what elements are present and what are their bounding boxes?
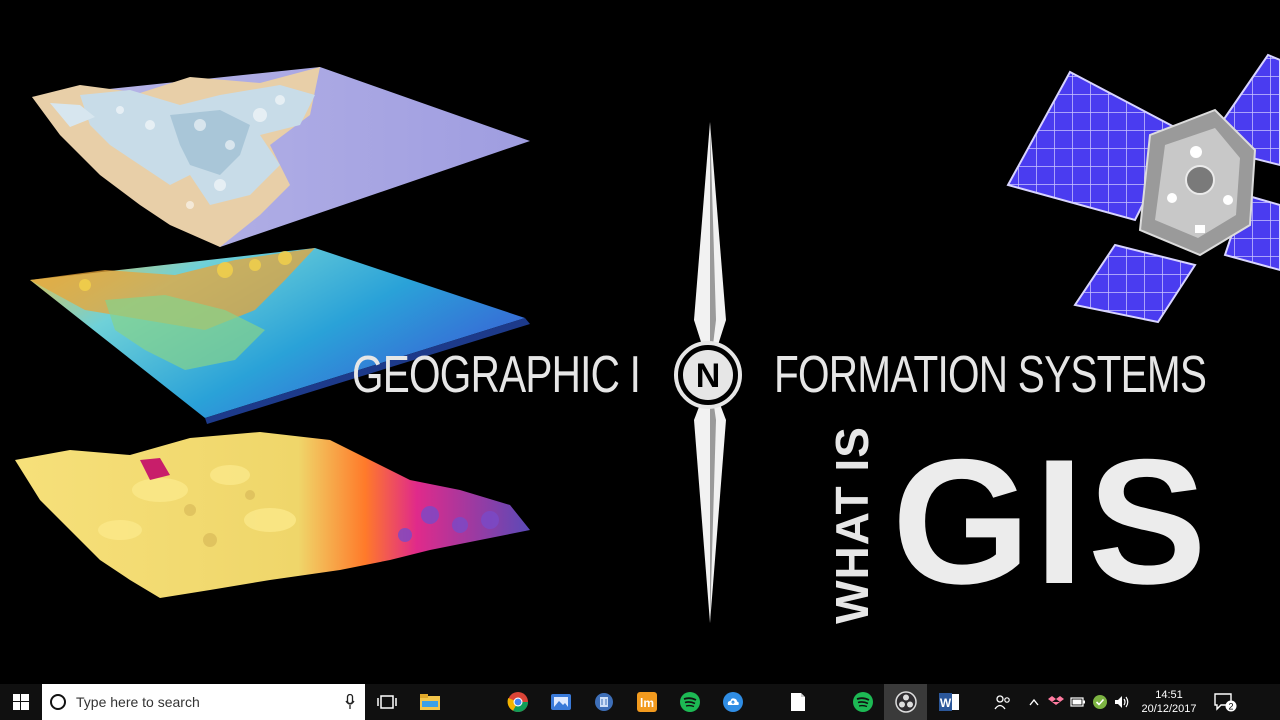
calculator-icon <box>594 693 613 711</box>
headline-left-text: GEOGRAPHIC I <box>352 346 641 404</box>
battery-tray-button[interactable] <box>1067 684 1089 720</box>
terrain-layer-top <box>32 67 530 247</box>
lm-icon-label: lm <box>639 696 653 710</box>
blank-document-icon <box>790 693 805 711</box>
shield-check-icon <box>1093 695 1107 709</box>
microphone-icon[interactable] <box>335 694 365 710</box>
dropbox-tray-button[interactable] <box>1045 684 1067 720</box>
cloud-upload-icon <box>722 692 743 712</box>
chevron-up-icon <box>1029 698 1039 706</box>
spotify-button[interactable] <box>668 684 711 720</box>
chrome-icon <box>507 692 528 712</box>
lm-icon: lm <box>636 692 657 712</box>
security-tray-button[interactable] <box>1089 684 1111 720</box>
what-is-label: WHAT IS <box>820 426 884 624</box>
cloud-drive-button[interactable] <box>711 684 754 720</box>
notification-count: 2 <box>1228 702 1233 712</box>
task-view-button[interactable] <box>365 684 408 720</box>
search-box[interactable]: Type here to search <box>42 684 365 720</box>
word-icon-label: W <box>939 696 951 710</box>
document-button[interactable] <box>776 684 819 720</box>
desktop-wallpaper: GEOGRAPHIC I N FORMATION SYSTEMS WHAT IS… <box>0 0 1280 684</box>
satellite-icon <box>1006 53 1280 324</box>
spotify-icon <box>852 692 873 712</box>
start-button[interactable] <box>0 684 42 720</box>
clock-time: 14:51 <box>1155 689 1183 701</box>
n-badge-letter: N <box>696 357 721 395</box>
speaker-icon <box>1115 696 1129 708</box>
taskbar: Type here to search lm W 14:51 20/12/201… <box>0 684 1280 720</box>
folder-icon <box>419 694 440 710</box>
terrain-layer-bottom <box>15 432 530 598</box>
gis-title: GIS <box>892 422 1211 621</box>
people-icon <box>994 695 1010 710</box>
cortana-icon <box>50 694 66 710</box>
what-is-text: WHAT IS <box>826 426 878 624</box>
people-button[interactable] <box>983 684 1023 720</box>
compass-n-badge-icon: N <box>674 341 742 409</box>
lm-app-button[interactable]: lm <box>625 684 668 720</box>
volume-tray-button[interactable] <box>1111 684 1133 720</box>
battery-icon <box>1070 697 1085 707</box>
clock[interactable]: 14:51 20/12/2017 <box>1133 684 1205 720</box>
headline-right-text: FORMATION SYSTEMS <box>774 346 1207 404</box>
file-explorer-button[interactable] <box>408 684 451 720</box>
dropbox-icon <box>1048 696 1064 705</box>
photos-button[interactable] <box>539 684 582 720</box>
word-button[interactable]: W <box>927 684 970 720</box>
chrome-button[interactable] <box>496 684 539 720</box>
spotify-2-button[interactable] <box>841 684 884 720</box>
spotify-icon <box>679 692 700 712</box>
search-placeholder: Type here to search <box>76 694 200 710</box>
clock-date: 20/12/2017 <box>1141 703 1197 715</box>
photos-icon <box>550 694 571 710</box>
notification-icon: 2 <box>1214 693 1237 712</box>
show-hidden-icons-button[interactable] <box>1023 684 1045 720</box>
obs-icon <box>894 691 917 713</box>
word-icon: W <box>938 693 959 711</box>
calculator-button[interactable] <box>582 684 625 720</box>
obs-button[interactable] <box>884 684 927 720</box>
headline: GEOGRAPHIC I N FORMATION SYSTEMS <box>352 340 1242 410</box>
task-view-icon <box>376 695 397 709</box>
windows-icon <box>13 694 29 710</box>
action-center-button[interactable]: 2 <box>1205 684 1245 720</box>
